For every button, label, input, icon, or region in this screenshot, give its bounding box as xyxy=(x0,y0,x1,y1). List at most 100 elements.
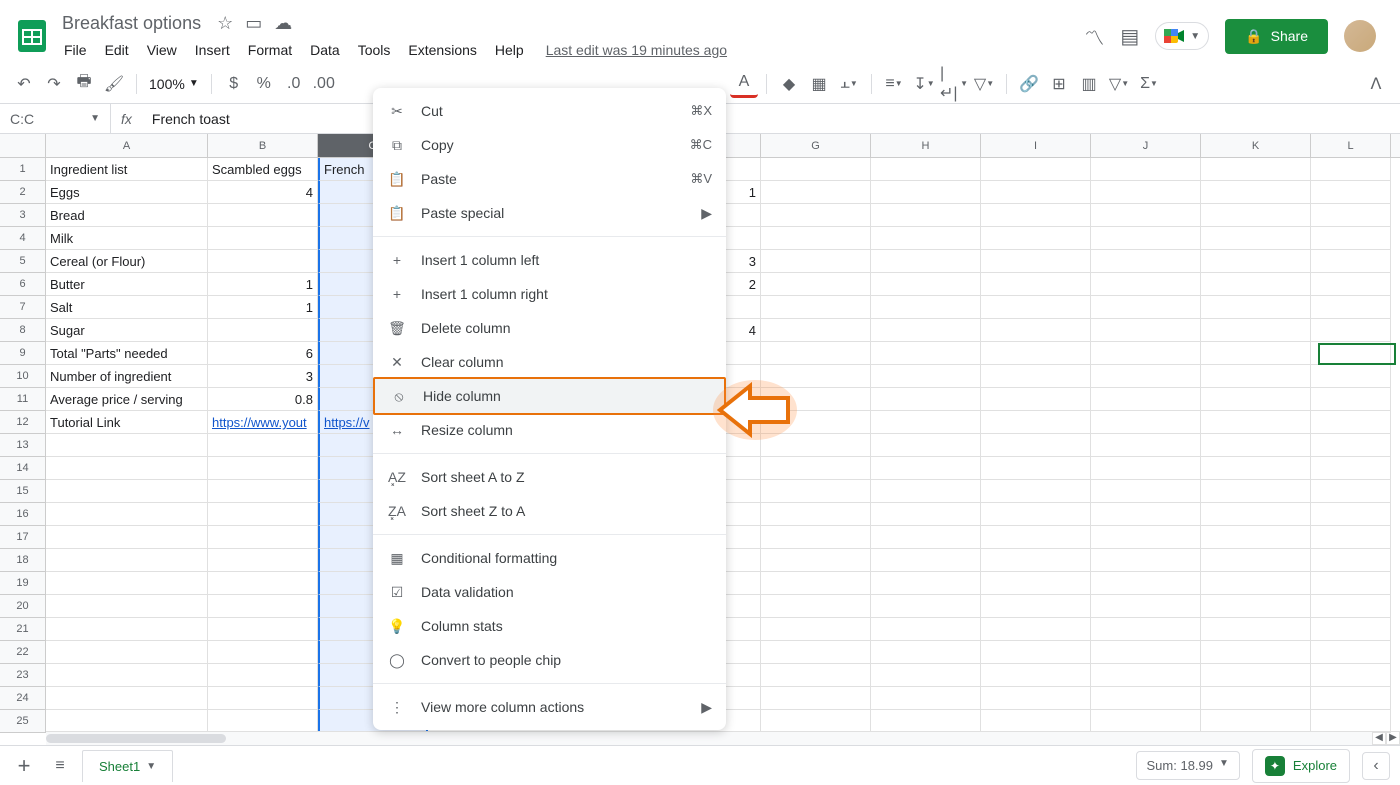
add-sheet-button[interactable]: + xyxy=(10,752,38,780)
cell[interactable] xyxy=(761,342,871,365)
link-button[interactable]: 🔗 xyxy=(1015,70,1043,98)
decrease-decimal-button[interactable]: .0 xyxy=(280,70,308,98)
menu-item-view-more-column-actions[interactable]: ⋮View more column actions▶ xyxy=(373,690,726,724)
menu-item-data-validation[interactable]: ☑Data validation xyxy=(373,575,726,609)
cell[interactable] xyxy=(1201,319,1311,342)
cell[interactable] xyxy=(871,388,981,411)
cell[interactable] xyxy=(208,687,318,710)
avatar[interactable] xyxy=(1344,20,1376,52)
cell[interactable] xyxy=(1091,664,1201,687)
cell[interactable] xyxy=(871,710,981,733)
quicksum[interactable]: Sum: 18.99 ▼ xyxy=(1136,751,1240,780)
cell[interactable] xyxy=(208,595,318,618)
menu-item-delete-column[interactable]: 🗑Delete column xyxy=(373,311,726,345)
cell[interactable] xyxy=(1201,342,1311,365)
cell[interactable] xyxy=(871,342,981,365)
cell[interactable] xyxy=(1091,181,1201,204)
redo-button[interactable]: ↷ xyxy=(40,70,68,98)
cell[interactable] xyxy=(981,641,1091,664)
cell[interactable] xyxy=(981,296,1091,319)
cell[interactable] xyxy=(981,158,1091,181)
cell[interactable] xyxy=(208,457,318,480)
menu-view[interactable]: View xyxy=(139,38,185,62)
row-header[interactable]: 17 xyxy=(0,526,46,549)
cell[interactable] xyxy=(1091,250,1201,273)
cell[interactable] xyxy=(1311,411,1391,434)
text-color-button[interactable]: A xyxy=(730,70,758,98)
cell[interactable] xyxy=(46,457,208,480)
percent-button[interactable]: % xyxy=(250,70,278,98)
cell[interactable] xyxy=(208,641,318,664)
horizontal-scrollbar[interactable] xyxy=(46,731,1372,745)
cell[interactable] xyxy=(208,549,318,572)
menu-item-clear-column[interactable]: ✕Clear column xyxy=(373,345,726,379)
cell[interactable] xyxy=(46,503,208,526)
cell[interactable] xyxy=(1091,296,1201,319)
valign-button[interactable]: ↧ ▼ xyxy=(910,70,938,98)
cell[interactable] xyxy=(46,618,208,641)
row-header[interactable]: 11 xyxy=(0,388,46,411)
cell[interactable] xyxy=(1201,480,1311,503)
cell[interactable] xyxy=(981,572,1091,595)
zoom-select[interactable]: 100% ▼ xyxy=(145,76,203,92)
cell[interactable] xyxy=(1091,342,1201,365)
cell[interactable] xyxy=(46,480,208,503)
cell[interactable] xyxy=(1311,480,1391,503)
cell[interactable] xyxy=(981,664,1091,687)
cell[interactable] xyxy=(1311,641,1391,664)
cell[interactable] xyxy=(761,526,871,549)
cell[interactable] xyxy=(761,204,871,227)
cell[interactable] xyxy=(871,526,981,549)
cell[interactable] xyxy=(981,181,1091,204)
sheet-tab[interactable]: Sheet1 ▼ xyxy=(82,750,173,782)
cell[interactable] xyxy=(1091,158,1201,181)
col-header-J[interactable]: J xyxy=(1091,134,1201,157)
cell[interactable] xyxy=(46,664,208,687)
cell[interactable] xyxy=(1311,273,1391,296)
col-header-I[interactable]: I xyxy=(981,134,1091,157)
menu-item-resize-column[interactable]: ↔Resize column xyxy=(373,413,726,447)
cell[interactable] xyxy=(208,503,318,526)
cell[interactable] xyxy=(46,641,208,664)
print-button[interactable]: 🖶 xyxy=(70,70,98,98)
cell[interactable] xyxy=(761,503,871,526)
cell[interactable] xyxy=(1091,641,1201,664)
cell[interactable] xyxy=(1311,549,1391,572)
cell[interactable] xyxy=(1091,204,1201,227)
menu-item-cut[interactable]: ✂Cut⌘X xyxy=(373,94,726,128)
cell[interactable]: 6 xyxy=(208,342,318,365)
row-header[interactable]: 14 xyxy=(0,457,46,480)
comments-icon[interactable]: ▤ xyxy=(1120,24,1139,49)
cell[interactable] xyxy=(761,296,871,319)
cell[interactable] xyxy=(1201,664,1311,687)
cell[interactable] xyxy=(1311,503,1391,526)
cell[interactable] xyxy=(871,618,981,641)
all-sheets-button[interactable]: ≡ xyxy=(46,752,74,780)
cell[interactable] xyxy=(981,503,1091,526)
cell[interactable] xyxy=(871,503,981,526)
cell[interactable] xyxy=(1091,503,1201,526)
cell[interactable] xyxy=(871,204,981,227)
cell[interactable] xyxy=(1201,457,1311,480)
cell[interactable] xyxy=(46,549,208,572)
cell[interactable] xyxy=(1201,411,1311,434)
halign-button[interactable]: ≡ ▼ xyxy=(880,70,908,98)
side-panel-toggle[interactable]: ‹ xyxy=(1362,752,1390,780)
cell[interactable] xyxy=(761,181,871,204)
col-header-B[interactable]: B xyxy=(208,134,318,157)
cell[interactable] xyxy=(761,641,871,664)
cell[interactable]: Scambled eggs xyxy=(208,158,318,181)
cell[interactable] xyxy=(871,434,981,457)
cell[interactable] xyxy=(1091,618,1201,641)
cell[interactable]: Average price / serving xyxy=(46,388,208,411)
cell[interactable] xyxy=(981,526,1091,549)
row-header[interactable]: 8 xyxy=(0,319,46,342)
cell[interactable] xyxy=(1311,710,1391,733)
cell[interactable] xyxy=(871,319,981,342)
menu-help[interactable]: Help xyxy=(487,38,532,62)
cell[interactable] xyxy=(1201,618,1311,641)
cell[interactable] xyxy=(981,250,1091,273)
cell[interactable] xyxy=(1311,250,1391,273)
cell[interactable] xyxy=(981,204,1091,227)
menu-extensions[interactable]: Extensions xyxy=(400,38,484,62)
